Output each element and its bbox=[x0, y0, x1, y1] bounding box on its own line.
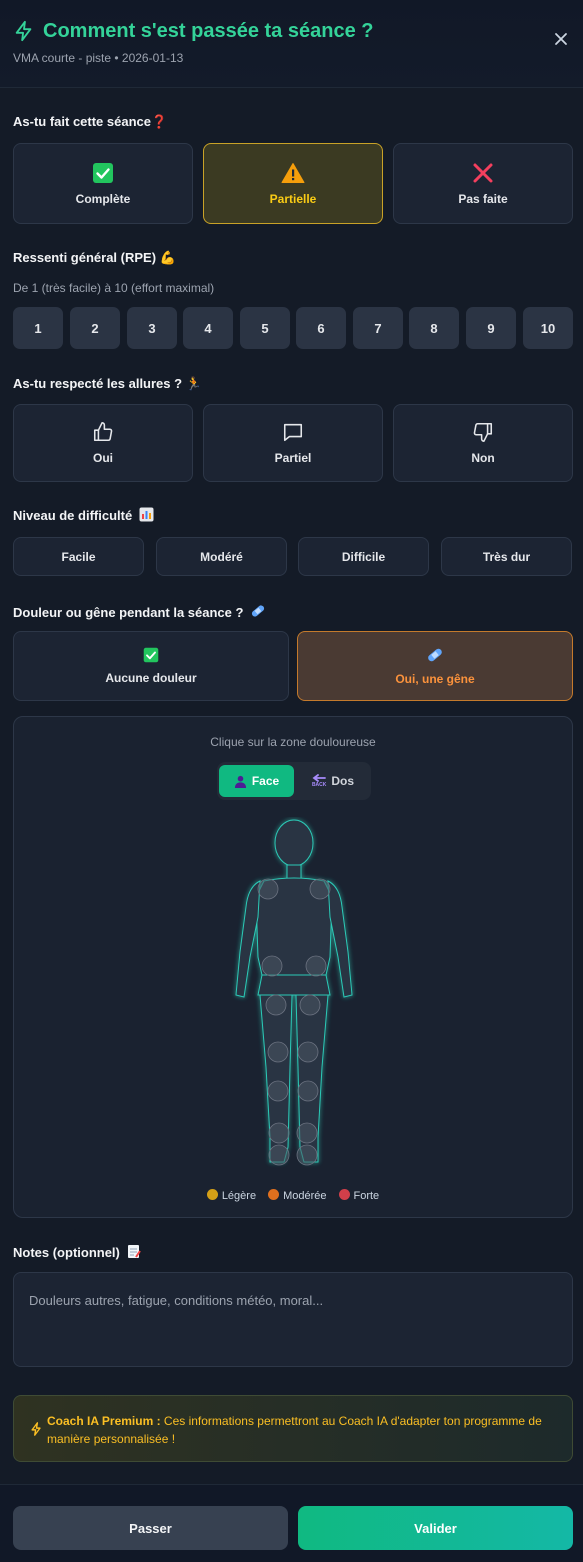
rpe-option-8[interactable]: 8 bbox=[409, 307, 459, 349]
body-map-hint: Clique sur la zone douloureuse bbox=[210, 735, 376, 749]
body-map-panel: Clique sur la zone douloureuse Face BACK… bbox=[13, 716, 573, 1218]
back-arrow-icon: BACK bbox=[312, 774, 326, 788]
lightning-icon bbox=[31, 1422, 41, 1436]
close-icon[interactable] bbox=[553, 31, 569, 47]
completion-label: As-tu fait cette séance❓ bbox=[13, 114, 168, 129]
lightning-icon bbox=[15, 20, 32, 42]
coach-title: Coach IA Premium : bbox=[47, 1414, 161, 1428]
notes-label: Notes (optionnel) bbox=[13, 1244, 141, 1262]
modal-footer: Passer Valider bbox=[0, 1484, 583, 1562]
zone-left-hip[interactable] bbox=[261, 955, 283, 977]
completion-complete-button[interactable]: Complète bbox=[13, 143, 193, 224]
pain-label: Douleur ou gêne pendant la séance ? bbox=[13, 603, 266, 622]
coach-premium-banner: Coach IA Premium : Ces informations perm… bbox=[13, 1395, 573, 1462]
zone-right-thigh[interactable] bbox=[299, 994, 321, 1016]
question-mark-icon: ❓ bbox=[151, 114, 168, 129]
rpe-option-5[interactable]: 5 bbox=[240, 307, 290, 349]
zone-left-ankle[interactable] bbox=[268, 1144, 290, 1166]
zone-head[interactable] bbox=[274, 819, 314, 867]
pace-yes-button[interactable]: Oui bbox=[13, 404, 193, 482]
view-front-button[interactable]: Face bbox=[219, 765, 294, 797]
person-icon bbox=[234, 775, 247, 788]
view-back-button[interactable]: BACK Dos bbox=[297, 765, 369, 797]
thumbs-up-icon bbox=[92, 421, 114, 443]
page-title: Comment s'est passée ta séance ? bbox=[43, 20, 374, 42]
pain-yes-button[interactable]: Oui, une gêne bbox=[297, 631, 573, 701]
zone-left-knee[interactable] bbox=[267, 1041, 289, 1063]
body-figure-front bbox=[235, 819, 353, 1166]
session-subtitle: VMA courte - piste • 2026-01-13 bbox=[13, 51, 184, 65]
completion-not-done-button[interactable]: Pas faite bbox=[393, 143, 573, 224]
zone-left-thigh[interactable] bbox=[265, 994, 287, 1016]
zone-left-calf[interactable] bbox=[268, 1122, 290, 1144]
zone-left-shoulder[interactable] bbox=[257, 878, 279, 900]
skip-button[interactable]: Passer bbox=[13, 1506, 288, 1550]
memo-icon bbox=[127, 1244, 141, 1262]
rpe-option-10[interactable]: 10 bbox=[523, 307, 573, 349]
bandage-icon bbox=[426, 646, 444, 664]
notes-textarea[interactable] bbox=[13, 1272, 573, 1367]
rpe-option-2[interactable]: 2 bbox=[70, 307, 120, 349]
bandage-icon bbox=[250, 603, 266, 622]
zone-right-hip[interactable] bbox=[305, 955, 327, 977]
zone-left-shin[interactable] bbox=[267, 1080, 289, 1102]
zone-right-shoulder[interactable] bbox=[309, 878, 331, 900]
flexed-biceps-icon: 💪 bbox=[159, 250, 176, 265]
zone-right-arm[interactable] bbox=[327, 880, 353, 998]
rpe-option-9[interactable]: 9 bbox=[466, 307, 516, 349]
pain-none-button[interactable]: Aucune douleur bbox=[13, 631, 289, 701]
legend-strong: Forte bbox=[338, 1189, 379, 1202]
cross-icon bbox=[472, 162, 494, 184]
submit-button[interactable]: Valider bbox=[298, 1506, 573, 1550]
difficulty-label: Niveau de difficulté bbox=[13, 507, 154, 525]
pace-label: As-tu respecté les allures ? 🏃 bbox=[13, 376, 202, 391]
warning-icon bbox=[281, 162, 305, 184]
bar-chart-icon bbox=[139, 507, 154, 525]
zone-right-ankle[interactable] bbox=[296, 1144, 318, 1166]
pace-partial-button[interactable]: Partiel bbox=[203, 404, 383, 482]
zone-hips[interactable] bbox=[257, 974, 331, 996]
severity-legend: Légère Modérée Forte bbox=[14, 1189, 572, 1202]
rpe-option-3[interactable]: 3 bbox=[127, 307, 177, 349]
modal-header: Comment s'est passée ta séance ? VMA cou… bbox=[0, 0, 583, 88]
difficulty-easy-button[interactable]: Facile bbox=[13, 537, 144, 576]
runner-icon: 🏃 bbox=[185, 376, 202, 391]
zone-right-shin[interactable] bbox=[297, 1080, 319, 1102]
legend-light: Légère bbox=[206, 1189, 256, 1202]
check-box-icon bbox=[92, 162, 114, 184]
rpe-hint: De 1 (très facile) à 10 (effort maximal) bbox=[13, 281, 215, 295]
difficulty-hard-button[interactable]: Difficile bbox=[298, 537, 429, 576]
rpe-option-6[interactable]: 6 bbox=[296, 307, 346, 349]
rpe-option-4[interactable]: 4 bbox=[183, 307, 233, 349]
pace-no-button[interactable]: Non bbox=[393, 404, 573, 482]
rpe-label: Ressenti général (RPE) 💪 bbox=[13, 250, 176, 265]
difficulty-moderate-button[interactable]: Modéré bbox=[156, 537, 287, 576]
legend-moderate: Modérée bbox=[268, 1189, 327, 1202]
zone-right-knee[interactable] bbox=[297, 1041, 319, 1063]
title-row: Comment s'est passée ta séance ? bbox=[13, 18, 373, 44]
rpe-option-1[interactable]: 1 bbox=[13, 307, 63, 349]
completion-partial-button[interactable]: Partielle bbox=[203, 143, 383, 224]
zone-left-arm[interactable] bbox=[235, 880, 261, 998]
check-box-icon bbox=[143, 647, 159, 663]
speech-bubble-icon bbox=[282, 421, 304, 443]
thumbs-down-icon bbox=[472, 421, 494, 443]
rpe-option-7[interactable]: 7 bbox=[353, 307, 403, 349]
difficulty-very-hard-button[interactable]: Très dur bbox=[441, 537, 572, 576]
body-view-toggle: Face BACK Dos bbox=[217, 762, 371, 800]
zone-neck[interactable] bbox=[286, 864, 302, 880]
zone-right-calf[interactable] bbox=[296, 1122, 318, 1144]
